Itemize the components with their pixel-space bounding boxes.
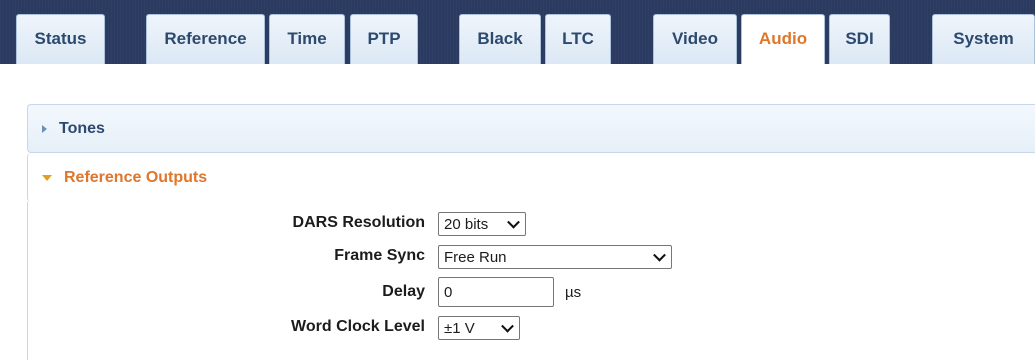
tab-sdi-label: SDI bbox=[845, 28, 874, 48]
delay-input[interactable]: 0 bbox=[438, 277, 554, 307]
word-clock-level-label: Word Clock Level bbox=[291, 318, 425, 335]
tab-audio[interactable]: Audio bbox=[741, 14, 825, 64]
delay-value: 0 bbox=[444, 283, 453, 301]
tab-sdi[interactable]: SDI bbox=[829, 14, 890, 64]
tab-video-label: Video bbox=[672, 28, 718, 48]
tab-ltc[interactable]: LTC bbox=[545, 14, 611, 64]
caret-down-icon bbox=[42, 174, 52, 181]
delay-unit: µs bbox=[565, 284, 582, 301]
word-clock-level-value: ±1 V bbox=[444, 319, 475, 337]
dars-resolution-select[interactable]: 20 bits bbox=[438, 212, 526, 236]
tab-system-label: System bbox=[953, 28, 1014, 48]
tab-status-label: Status bbox=[34, 28, 87, 48]
section-reference-outputs-header[interactable]: Reference Outputs bbox=[27, 153, 1035, 202]
section-reference-outputs-title: Reference Outputs bbox=[64, 168, 208, 186]
chevron-down-icon bbox=[507, 215, 520, 229]
frame-sync-value: Free Run bbox=[444, 248, 507, 266]
tab-audio-label: Audio bbox=[758, 28, 808, 48]
tab-reference-label: Reference bbox=[164, 28, 247, 48]
delay-label: Delay bbox=[382, 283, 425, 300]
tab-ptp-label: PTP bbox=[367, 28, 401, 48]
dars-resolution-value: 20 bits bbox=[444, 215, 489, 233]
caret-right-icon bbox=[42, 124, 47, 133]
tab-time[interactable]: Time bbox=[269, 14, 345, 64]
frame-sync-select[interactable]: Free Run bbox=[438, 245, 672, 269]
section-tones-title: Tones bbox=[59, 119, 105, 137]
tab-video[interactable]: Video bbox=[653, 14, 737, 64]
tab-black-label: Black bbox=[477, 28, 523, 48]
chevron-down-icon bbox=[653, 248, 666, 262]
dars-resolution-label: DARS Resolution bbox=[292, 214, 425, 231]
frame-sync-label: Frame Sync bbox=[334, 247, 425, 264]
section-tones-header[interactable]: Tones bbox=[27, 104, 1035, 153]
tab-ltc-label: LTC bbox=[562, 28, 594, 48]
tab-status[interactable]: Status bbox=[16, 14, 105, 64]
word-clock-level-select[interactable]: ±1 V bbox=[438, 316, 520, 340]
tab-reference[interactable]: Reference bbox=[146, 14, 265, 64]
tab-ptp[interactable]: PTP bbox=[350, 14, 418, 64]
chevron-down-icon bbox=[501, 319, 514, 333]
tab-time-label: Time bbox=[287, 28, 327, 48]
tab-system[interactable]: System bbox=[932, 14, 1035, 64]
tab-black[interactable]: Black bbox=[459, 14, 541, 64]
tab-bar: Status Reference Time PTP Black LTC Vide… bbox=[0, 0, 1035, 64]
